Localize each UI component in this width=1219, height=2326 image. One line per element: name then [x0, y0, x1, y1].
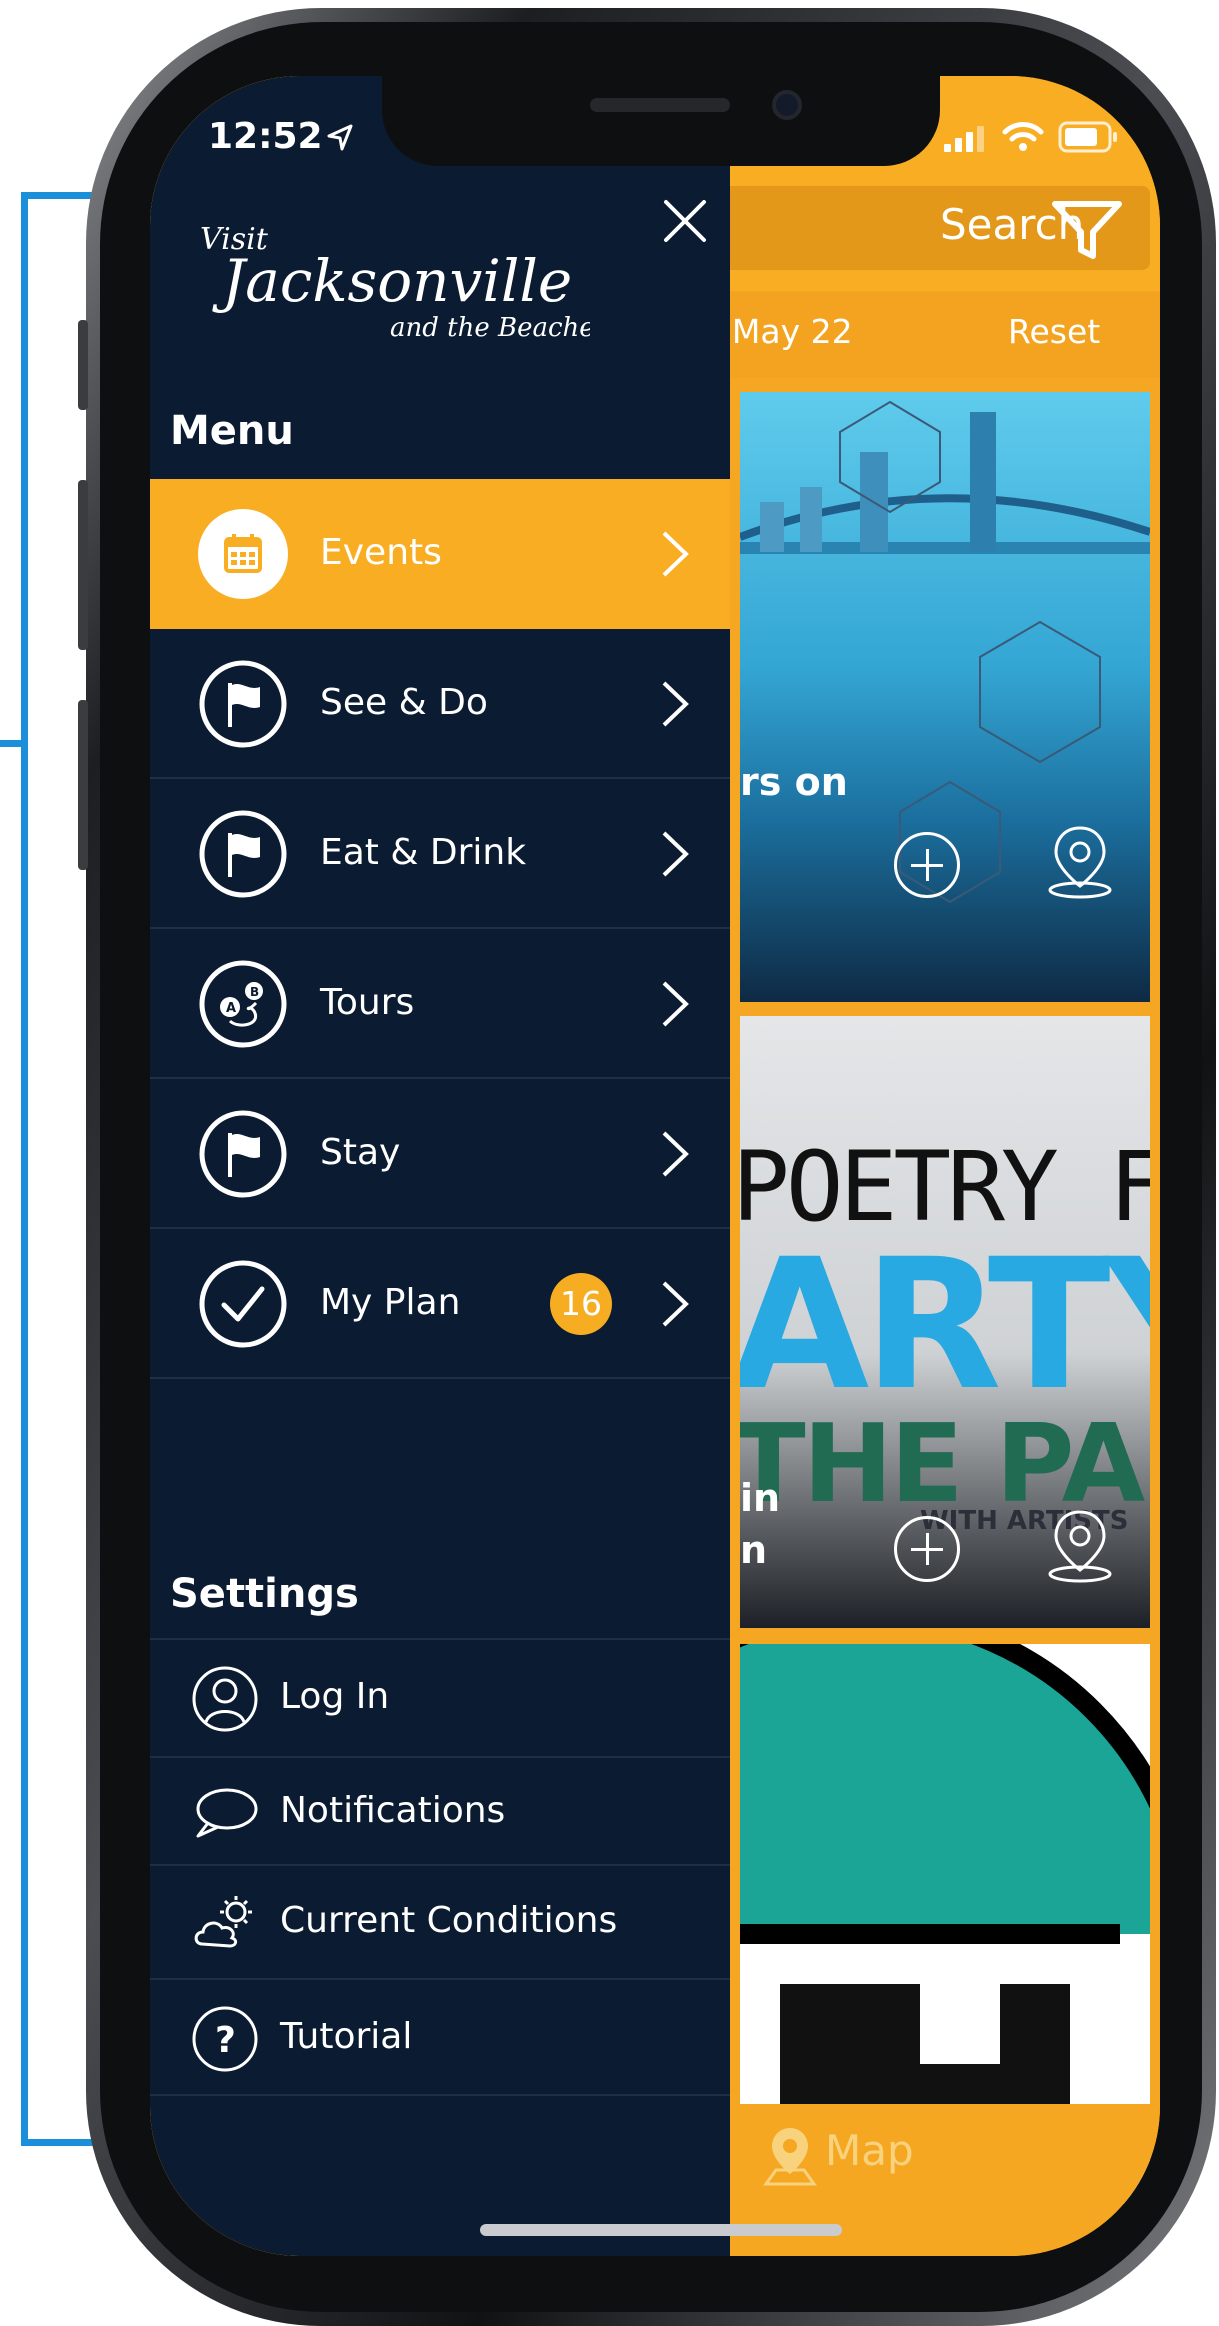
route-icon: A B	[199, 960, 287, 1048]
earpiece-speaker	[590, 98, 730, 112]
menu-section-title: Menu	[170, 408, 294, 454]
flag-icon	[199, 1110, 287, 1198]
settings-item-tutorial[interactable]: ? Tutorial	[150, 1978, 730, 2096]
user-icon	[192, 1666, 258, 1732]
map-tab-label[interactable]: Map	[825, 2126, 914, 2175]
svg-text:A: A	[226, 1001, 236, 1016]
settings-item-label: Log In	[280, 1676, 390, 1717]
chevron-right-icon	[662, 1281, 689, 1327]
bridge-skyline-image	[740, 400, 1150, 904]
status-time: 12:52	[208, 116, 323, 157]
settings-item-label: Notifications	[280, 1790, 506, 1831]
settings-item-label: Current Conditions	[280, 1900, 618, 1941]
the-park-art-text: THE PARK	[740, 1402, 1150, 1527]
calendar-icon	[198, 509, 288, 599]
flag-icon	[199, 660, 287, 748]
mute-switch	[78, 320, 88, 410]
phone-notch	[382, 76, 940, 166]
chevron-right-icon	[662, 1131, 689, 1177]
svg-text:B: B	[250, 985, 259, 999]
close-icon[interactable]	[660, 196, 710, 246]
volume-up-button	[78, 480, 88, 650]
card-caption: in	[740, 1476, 781, 1520]
menu-item-label: Stay	[320, 1132, 401, 1173]
svg-text:?: ?	[215, 2020, 236, 2061]
add-to-plan-button[interactable]	[894, 832, 960, 898]
menu-item-events[interactable]: Events	[150, 479, 730, 629]
menu-item-label: Eat & Drink	[320, 832, 527, 873]
menu-item-tours[interactable]: A B Tours	[150, 929, 730, 1079]
map-tab-icon[interactable]	[762, 2124, 818, 2188]
event-card[interactable]: rs on	[740, 392, 1150, 1002]
wifi-icon	[1002, 122, 1044, 151]
menu-item-label: See & Do	[320, 682, 488, 723]
menu-item-label: Tours	[320, 982, 415, 1023]
card-caption: rs on	[740, 760, 848, 804]
callout-bracket-tick	[0, 740, 21, 747]
menu-item-stay[interactable]: Stay	[150, 1079, 730, 1229]
volume-down-button	[78, 700, 88, 870]
chevron-right-icon	[662, 981, 689, 1027]
settings-item-current-conditions[interactable]: Current Conditions	[150, 1864, 730, 1978]
location-arrow-icon	[327, 124, 353, 151]
filter-icon[interactable]	[1045, 186, 1129, 270]
menu-item-label: My Plan	[320, 1282, 461, 1323]
visit-jacksonville-logo: Visit Jacksonville and the Beaches	[200, 222, 590, 341]
phone-screen: Search d, May 22 Reset rs on POETRY FES …	[150, 76, 1160, 2256]
map-pin-icon[interactable]	[1040, 820, 1120, 900]
map-pin-icon[interactable]	[1040, 1504, 1120, 1584]
settings-item-notifications[interactable]: Notifications	[150, 1756, 730, 1864]
menu-item-label: Events	[320, 532, 442, 573]
event-card[interactable]: POETRY FES ARTY THE PARK WITH ARTISTS in…	[740, 1016, 1150, 1628]
battery-icon	[1058, 121, 1117, 153]
settings-item-log-in[interactable]: Log In	[150, 1638, 730, 1756]
weather-icon	[194, 1896, 252, 1948]
home-indicator[interactable]	[480, 2224, 842, 2236]
add-to-plan-button[interactable]	[894, 1516, 960, 1582]
help-icon: ?	[192, 2006, 258, 2072]
menu-item-my-plan[interactable]: My Plan 16	[150, 1229, 730, 1379]
flag-icon	[199, 810, 287, 898]
logo-line2: Jacksonville	[212, 247, 572, 315]
check-icon	[199, 1260, 287, 1348]
menu-item-eat-and-drink[interactable]: Eat & Drink	[150, 779, 730, 929]
party-art-text: ARTY	[740, 1221, 1150, 1430]
logo-line3: and the Beaches	[390, 313, 590, 341]
navigation-drawer: Visit Jacksonville and the Beaches Menu …	[150, 76, 730, 2256]
settings-item-label: Tutorial	[280, 2016, 413, 2057]
front-camera	[772, 90, 802, 120]
cellular-signal-icon	[944, 126, 984, 152]
plan-count-badge: 16	[550, 1273, 612, 1335]
chevron-right-icon	[662, 531, 689, 577]
settings-section-title: Settings	[170, 1571, 359, 1617]
card-caption: n	[740, 1528, 768, 1572]
chevron-right-icon	[662, 681, 689, 727]
chevron-right-icon	[662, 831, 689, 877]
reset-button[interactable]: Reset	[1008, 312, 1100, 351]
menu-item-see-and-do[interactable]: See & Do	[150, 629, 730, 779]
speech-bubble-icon	[196, 1788, 258, 1838]
